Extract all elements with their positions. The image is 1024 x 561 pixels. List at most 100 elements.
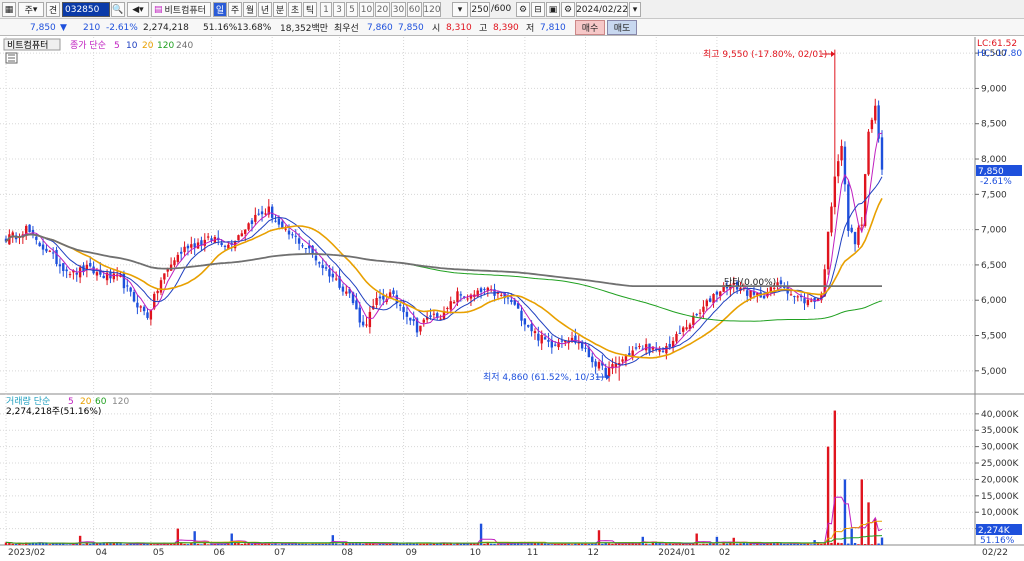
x-tick-label: 06 (214, 548, 226, 558)
candle-body (257, 213, 260, 215)
option-dropdown[interactable]: ▾ (452, 2, 468, 17)
candle-body (223, 245, 227, 247)
candle-body (270, 206, 274, 218)
volume-bar (732, 537, 735, 545)
code-prefix-button[interactable]: 견 (46, 2, 60, 17)
candle-body (41, 244, 45, 250)
minute-button-3[interactable]: 3 (333, 2, 345, 17)
volume-bar (277, 544, 281, 545)
legend-vol20: 20 (80, 397, 92, 407)
down-arrow-icon: ▼ (60, 22, 67, 33)
candle-body (281, 221, 284, 228)
candle-body (163, 273, 166, 280)
candle-body (146, 312, 149, 318)
volume-tick-label: 10,000K (981, 508, 1019, 518)
minute-button-10[interactable]: 10 (359, 2, 374, 17)
candle-body (220, 242, 223, 246)
volume-bar (244, 543, 247, 545)
volume-bar (570, 544, 574, 545)
chart-compare-icon[interactable]: ⊟ (531, 2, 545, 17)
code-search-button[interactable]: 🔍 (111, 2, 125, 17)
period-button-0[interactable]: 일 (213, 2, 227, 17)
volume-tag-text: 2,274K (978, 526, 1011, 536)
volume-bar (783, 543, 786, 545)
volume-bar (702, 543, 705, 545)
volume-bar (641, 536, 644, 545)
volume-bar (388, 543, 392, 545)
speaker-icon[interactable]: ◀▾ (127, 2, 149, 17)
candle-body (190, 244, 193, 248)
x-tick-label: 04 (96, 548, 108, 558)
x-tick-label: 07 (274, 548, 285, 558)
minute-button-30[interactable]: 30 (391, 2, 406, 17)
stock-code-input[interactable]: 032850 (62, 2, 110, 17)
volume-bar (11, 543, 14, 545)
volume-bar (483, 543, 486, 545)
period-button-1[interactable]: 주 (228, 2, 242, 17)
low-price: 7,810 (540, 22, 566, 33)
period-button-4[interactable]: 분 (273, 2, 287, 17)
candle-body (51, 252, 55, 254)
candle-body (439, 318, 442, 320)
volume-ratio: 51.16% (203, 22, 238, 33)
buy-button[interactable]: 매수 (575, 20, 605, 35)
minute-button-120[interactable]: 120 (423, 2, 441, 17)
candle-body (560, 340, 564, 342)
volume-bar (840, 543, 843, 545)
volume-bar (587, 543, 591, 545)
high-annotation: 최고 9,550 (-17.80%, 02/01) (703, 49, 827, 60)
high-label: 고 (479, 24, 488, 34)
best-price-label: 최우선 (334, 24, 359, 34)
candle-body (553, 344, 557, 346)
minute-button-1[interactable]: 1 (320, 2, 332, 17)
candle-body (200, 240, 203, 246)
candle-body (537, 333, 540, 341)
volume-pct-tag: 51.16% (980, 536, 1015, 546)
count-input[interactable]: 250 (470, 2, 490, 17)
period-button-3[interactable]: 년 (258, 2, 272, 17)
chart-toolbar: ▦ 주 ▾ 견 032850 🔍 ◀▾ ▤ 비트컴퓨터 일주월년분초틱 1 3 5 10 2… (0, 0, 1024, 19)
minute-button-60[interactable]: 60 (407, 2, 422, 17)
minute-button-5[interactable]: 5 (346, 2, 358, 17)
candle-body (634, 347, 638, 349)
x-tick-label: 11 (527, 548, 538, 558)
volume-bar (304, 543, 308, 545)
candle-body (399, 304, 402, 306)
period-mode-select[interactable]: 주 ▾ (18, 2, 44, 17)
candle-body (405, 311, 409, 317)
low-annotation: 최저 4,860 (61.52%, 10/31) (483, 372, 604, 383)
volume-tick-label: 25,000K (981, 459, 1019, 469)
settings-link-icon[interactable]: ⚙ (516, 2, 530, 17)
candle-body (810, 300, 813, 302)
save-icon[interactable]: ▣ (546, 2, 560, 17)
volume-bar (250, 543, 254, 545)
price-tick-label: 5,500 (981, 332, 1007, 342)
minute-button-20[interactable]: 20 (375, 2, 390, 17)
change-percent: -2.61% (106, 22, 138, 33)
volume-bar (540, 543, 543, 545)
gear-icon[interactable]: ⚙ (561, 2, 575, 17)
volume-bar (203, 542, 206, 545)
stock-chart[interactable]: 5,000 5,500 6,000 6,500 7,000 7,500 8,000 8,500… (0, 37, 1024, 558)
chart-canvas: 5,000 5,500 6,000 6,500 7,000 7,500 8,000 8,500… (0, 37, 1024, 558)
candle-body (180, 251, 183, 254)
candle-body (830, 206, 833, 233)
candle-body (355, 300, 358, 310)
period-button-2[interactable]: 월 (243, 2, 257, 17)
stock-name-box[interactable]: ▤ 비트컴퓨터 (151, 2, 211, 17)
high-price: 8,390 (493, 22, 519, 33)
period-button-6[interactable]: 틱 (303, 2, 317, 17)
candle-body (55, 249, 58, 265)
date-input[interactable]: 2024/02/22 (576, 2, 628, 17)
period-button-5[interactable]: 초 (288, 2, 302, 17)
volume-bar (752, 544, 756, 545)
candle-body (375, 298, 378, 305)
volume-bar (837, 542, 840, 545)
date-picker-icon[interactable]: ▾ (629, 2, 641, 17)
volume-bar (820, 543, 823, 545)
candle-body (611, 364, 614, 369)
layout-icon[interactable]: ▦ (2, 2, 16, 17)
candle-body (28, 224, 31, 233)
candle-body (237, 235, 240, 241)
sell-button[interactable]: 매도 (607, 20, 637, 35)
